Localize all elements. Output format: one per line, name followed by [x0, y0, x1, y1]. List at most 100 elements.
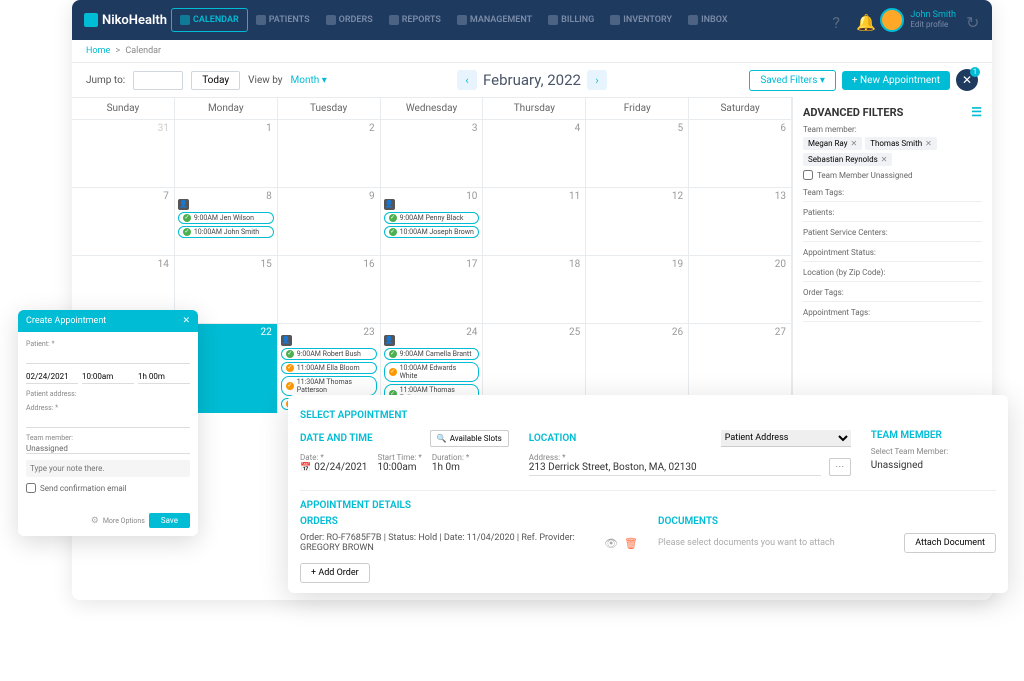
- calendar-cell[interactable]: 7: [72, 187, 175, 255]
- select-appointment-heading: SELECT APPOINTMENT: [300, 405, 996, 426]
- nav-reports[interactable]: REPORTS: [381, 8, 449, 32]
- help-icon[interactable]: ?: [832, 13, 846, 27]
- next-month-button[interactable]: ›: [587, 70, 607, 90]
- logout-icon[interactable]: ↻: [966, 13, 980, 27]
- unassigned-checkbox[interactable]: Team Member Unassigned: [803, 170, 982, 180]
- appointment-details-heading: APPOINTMENT DETAILS: [300, 495, 996, 516]
- filter-chip[interactable]: Megan Ray ✕: [803, 137, 862, 150]
- filter-toggle-icon[interactable]: ☰: [971, 105, 982, 119]
- calendar-event[interactable]: ✓10:00AM Edwards White: [384, 362, 480, 382]
- filter-row[interactable]: Appointment Status:: [803, 248, 982, 262]
- calendar-cell[interactable]: 31: [72, 119, 175, 187]
- chip-remove-icon[interactable]: ✕: [850, 139, 857, 148]
- calendar-cell[interactable]: 9: [278, 187, 381, 255]
- nav-inventory[interactable]: INVENTORY: [602, 8, 680, 32]
- team-member-heading: TEAM MEMBER: [871, 430, 942, 441]
- close-filters-button[interactable]: ✕1: [956, 69, 978, 91]
- calendar-cell[interactable]: 1: [175, 119, 278, 187]
- filter-chip[interactable]: Sebastian Reynolds ✕: [803, 153, 892, 166]
- view-order-icon[interactable]: 👁: [604, 537, 618, 550]
- modal-close-icon[interactable]: ✕: [182, 316, 190, 326]
- calendar-cell[interactable]: 16: [278, 255, 381, 323]
- calendar-event[interactable]: ✓10:00AM John Smith: [178, 226, 274, 238]
- user-menu[interactable]: John Smith Edit profile: [880, 8, 956, 32]
- more-options-link[interactable]: More Options: [103, 517, 145, 525]
- day-header: Sunday: [72, 98, 175, 119]
- save-button[interactable]: Save: [149, 513, 190, 528]
- filter-row[interactable]: Order Tags:: [803, 288, 982, 302]
- calendar-cell[interactable]: 10👤✓9:00AM Penny Black✓10:00AM Joseph Br…: [381, 187, 484, 255]
- nav-calendar[interactable]: CALENDAR: [171, 8, 248, 32]
- location-heading: LOCATION: [529, 433, 577, 444]
- delete-order-icon[interactable]: 🗑: [624, 537, 638, 550]
- calendar-cell[interactable]: 8👤✓9:00AM Jen Wilson✓10:00AM John Smith: [175, 187, 278, 255]
- filter-chip[interactable]: Thomas Smith ✕: [865, 137, 937, 150]
- viewby-label: View by: [248, 75, 282, 86]
- nav-orders[interactable]: ORDERS: [318, 8, 381, 32]
- calendar-event[interactable]: ✓9:00AM Robert Bush: [281, 348, 377, 360]
- prev-month-button[interactable]: ‹: [457, 70, 477, 90]
- modal-start-input[interactable]: [82, 370, 134, 384]
- calendar-icon[interactable]: 📅: [300, 463, 311, 473]
- gear-icon[interactable]: ⚙: [91, 516, 99, 526]
- calendar-event[interactable]: ✓11:00AM Ella Bloom: [281, 362, 377, 374]
- nav-management[interactable]: MANAGEMENT: [449, 8, 540, 32]
- calendar-cell[interactable]: 12: [586, 187, 689, 255]
- available-slots-button[interactable]: 🔍 Available Slots: [430, 430, 509, 447]
- bell-icon[interactable]: 🔔: [856, 13, 870, 27]
- order-summary: Order: RO-F7685F7B | Status: Hold | Date…: [300, 533, 596, 553]
- today-button[interactable]: Today: [191, 71, 240, 90]
- breadcrumb-home[interactable]: Home: [86, 46, 110, 56]
- calendar-cell[interactable]: 5: [586, 119, 689, 187]
- new-appointment-button[interactable]: + New Appointment: [842, 71, 950, 90]
- calendar-event[interactable]: ✓11:30AM Thomas Patterson: [281, 376, 377, 396]
- filter-row[interactable]: Patients:: [803, 208, 982, 222]
- nav-inbox[interactable]: INBOX: [680, 8, 735, 32]
- chip-remove-icon[interactable]: ✕: [925, 139, 932, 148]
- nav-billing[interactable]: BILLING: [540, 8, 602, 32]
- filter-row[interactable]: Team Tags:: [803, 188, 982, 202]
- calendar-cell[interactable]: 19: [586, 255, 689, 323]
- modal-notes-input[interactable]: [26, 460, 190, 477]
- confirm-email-checkbox[interactable]: Send confirmation email: [26, 483, 190, 493]
- address-value[interactable]: 213 Derrick Street, Boston, MA, 02130: [529, 462, 821, 476]
- top-nav: NikoHealth CALENDARPATIENTSORDERSREPORTS…: [72, 0, 992, 40]
- calendar-cell[interactable]: 6: [689, 119, 792, 187]
- modal-address-input[interactable]: [26, 414, 190, 428]
- jumpto-input[interactable]: [133, 71, 183, 90]
- date-value[interactable]: 02/24/2021: [314, 462, 367, 473]
- jumpto-label: Jump to:: [86, 75, 125, 86]
- filter-row[interactable]: Patient Service Centers:: [803, 228, 982, 242]
- calendar-cell[interactable]: 11: [483, 187, 586, 255]
- filter-row[interactable]: Location (by Zip Code):: [803, 268, 982, 282]
- saved-filters-button[interactable]: Saved Filters ▾: [749, 70, 836, 91]
- person-icon: 👤: [384, 199, 395, 210]
- calendar-event[interactable]: ✓9:00AM Penny Black: [384, 212, 480, 224]
- calendar-cell[interactable]: 4: [483, 119, 586, 187]
- location-type-select[interactable]: Patient Address: [721, 430, 851, 447]
- calendar-cell[interactable]: 3: [381, 119, 484, 187]
- calendar-cell[interactable]: 20: [689, 255, 792, 323]
- viewby-select[interactable]: Month ▾: [291, 75, 327, 86]
- nav-patients[interactable]: PATIENTS: [248, 8, 318, 32]
- team-member-value[interactable]: Unassigned: [871, 460, 996, 471]
- chip-remove-icon[interactable]: ✕: [881, 155, 888, 164]
- patient-input[interactable]: [26, 350, 190, 364]
- calendar-cell[interactable]: 18: [483, 255, 586, 323]
- add-order-button[interactable]: + Add Order: [300, 563, 370, 583]
- attach-document-button[interactable]: Attach Document: [904, 533, 996, 553]
- start-value[interactable]: 10:00am: [377, 462, 421, 473]
- calendar-event[interactable]: ✓9:00AM Camella Brantt: [384, 348, 480, 360]
- calendar-event[interactable]: ✓9:00AM Jen Wilson: [178, 212, 274, 224]
- avatar: [880, 8, 904, 32]
- filter-row[interactable]: Appointment Tags:: [803, 308, 982, 322]
- modal-duration-input[interactable]: [138, 370, 190, 384]
- calendar-cell[interactable]: 17: [381, 255, 484, 323]
- modal-date-input[interactable]: [26, 370, 78, 384]
- calendar-event[interactable]: ✓10:00AM Joseph Brown: [384, 226, 480, 238]
- calendar-cell[interactable]: 2: [278, 119, 381, 187]
- calendar-cell[interactable]: 13: [689, 187, 792, 255]
- address-more-button[interactable]: ⋯: [829, 458, 851, 476]
- duration-value[interactable]: 1h 0m: [432, 462, 469, 473]
- modal-tm-value[interactable]: Unassigned: [26, 444, 190, 454]
